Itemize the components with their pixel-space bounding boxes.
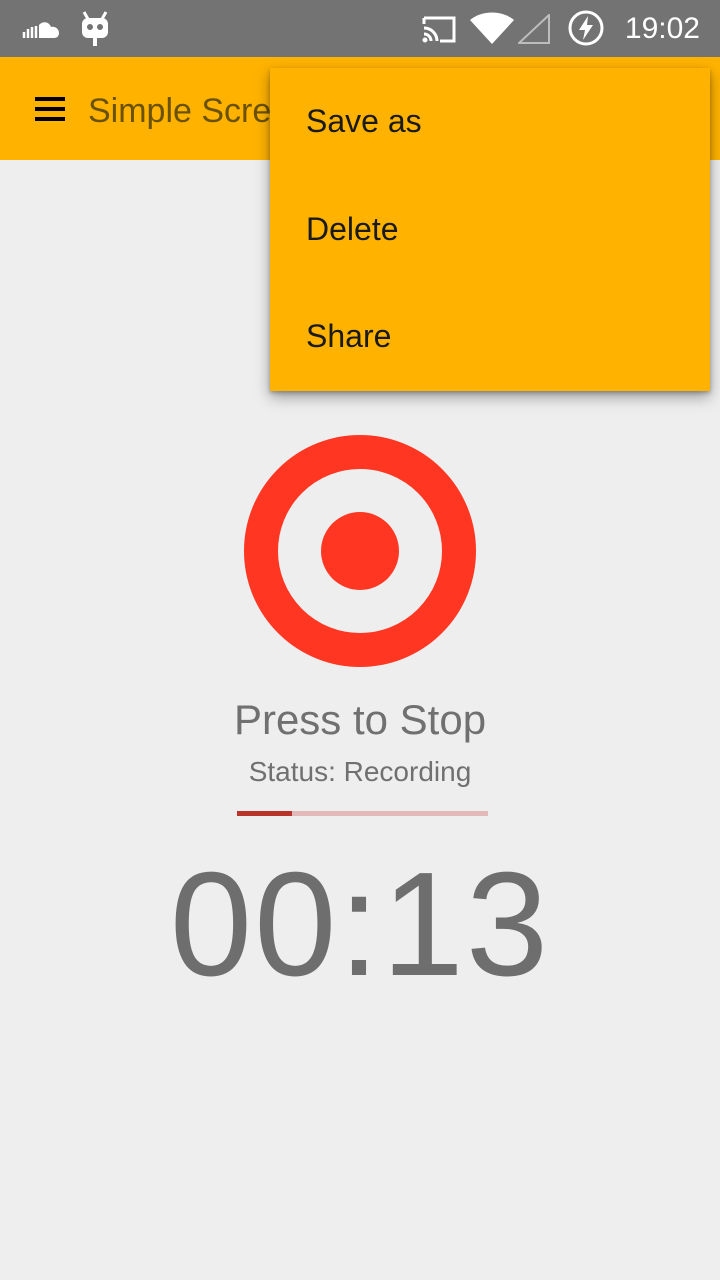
cloud-icon xyxy=(22,22,59,38)
recording-status: Status: Recording xyxy=(248,756,472,787)
recording-progress-bar xyxy=(237,811,488,816)
menu-item-save-as[interactable]: Save as xyxy=(270,68,710,176)
battery-charging-icon xyxy=(568,10,604,46)
progress-fill xyxy=(237,811,293,816)
status-bar: 19:02 xyxy=(0,0,720,57)
android-icon xyxy=(82,11,108,46)
app-title: Simple Scre xyxy=(88,92,272,130)
elapsed-timer: 00:13 xyxy=(169,842,551,1007)
record-stop-button[interactable] xyxy=(244,435,476,667)
cast-icon xyxy=(422,16,456,43)
hamburger-menu-icon[interactable] xyxy=(22,81,78,137)
status-time: 19:02 xyxy=(624,12,700,45)
press-to-stop-label: Press to Stop xyxy=(233,696,487,743)
menu-item-share[interactable]: Share xyxy=(270,283,710,391)
signal-icon xyxy=(518,14,550,44)
wifi-icon xyxy=(470,12,514,44)
menu-item-delete[interactable]: Delete xyxy=(270,176,710,284)
overflow-menu: Save as Delete Share xyxy=(270,68,710,391)
record-dot xyxy=(321,512,399,590)
